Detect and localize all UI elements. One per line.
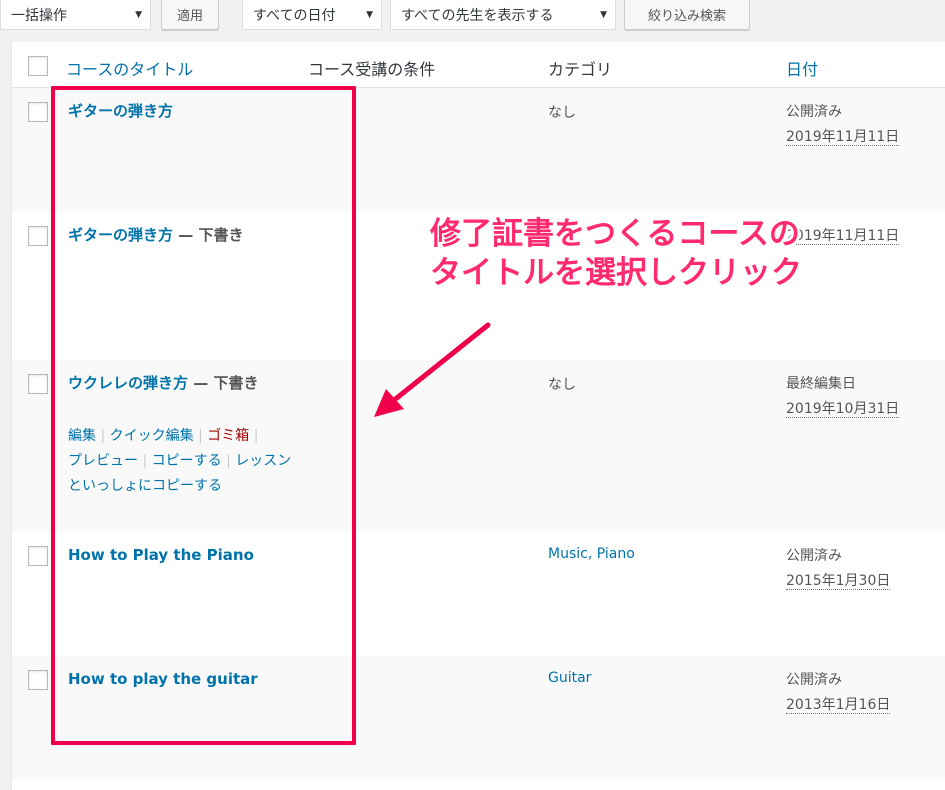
date-cell: 公開済み 2015年1月30日 [786,544,891,594]
row-checkbox[interactable] [28,546,48,566]
column-category-header: カテゴリ [548,60,613,79]
date-filter-label: すべての日付 [253,7,336,24]
date-value: 2013年1月16日 [786,697,891,714]
instruction-callout: 修了証書をつくるコースの タイトルを選択しクリック [430,215,900,293]
callout-line-1: 修了証書をつくるコースの [430,216,800,252]
row-checkbox[interactable] [28,670,48,690]
date-filter-select[interactable]: すべての日付 ▼ [242,0,382,30]
table-header: コースのタイトル コース受講の条件 カテゴリ 日付 [12,42,945,88]
column-prerequisite-header: コース受講の条件 [308,60,436,79]
filter-button[interactable]: 絞り込み検索 [624,0,750,30]
category-cell: なし [548,105,576,121]
row-checkbox[interactable] [28,102,48,122]
date-value: 2019年10月31日 [786,401,900,418]
date-status: 公開済み [786,548,842,564]
chevron-down-icon: ▼ [135,9,142,20]
row-checkbox[interactable] [28,226,48,246]
date-value: 2015年1月30日 [786,573,891,590]
apply-button[interactable]: 適用 [161,0,219,30]
date-status: 最終編集日 [786,376,856,392]
chevron-down-icon: ▼ [366,9,373,20]
date-cell: 公開済み 2013年1月16日 [786,668,891,718]
teacher-filter-label: すべての先生を表示する [401,7,554,24]
category-cell[interactable]: Music, Piano [548,546,635,562]
column-title-header[interactable]: コースのタイトル [66,56,193,80]
bulk-action-select[interactable]: 一括操作 ▼ [0,0,151,30]
date-status: 公開済み [786,672,842,688]
callout-line-2: タイトルを選択しクリック [430,255,802,291]
filter-toolbar: 一括操作 ▼ 適用 すべての日付 ▼ すべての先生を表示する ▼ 絞り込み検索 [0,0,945,38]
date-cell: 公開済み 2019年11月11日 [786,100,900,150]
category-cell: なし [548,377,576,393]
teacher-filter-select[interactable]: すべての先生を表示する ▼ [390,0,616,30]
category-cell[interactable]: Guitar [548,670,591,686]
date-status: 公開済み [786,104,842,120]
date-cell: 最終編集日 2019年10月31日 [786,372,900,422]
row-checkbox[interactable] [28,374,48,394]
date-value: 2019年11月11日 [786,129,900,146]
bulk-action-label: 一括操作 [11,7,67,24]
chevron-down-icon: ▼ [600,9,607,20]
pointer-arrow-icon [374,322,491,417]
column-date-header[interactable]: 日付 [786,56,818,80]
select-all-checkbox[interactable] [28,56,48,76]
title-column-highlight [51,86,356,745]
